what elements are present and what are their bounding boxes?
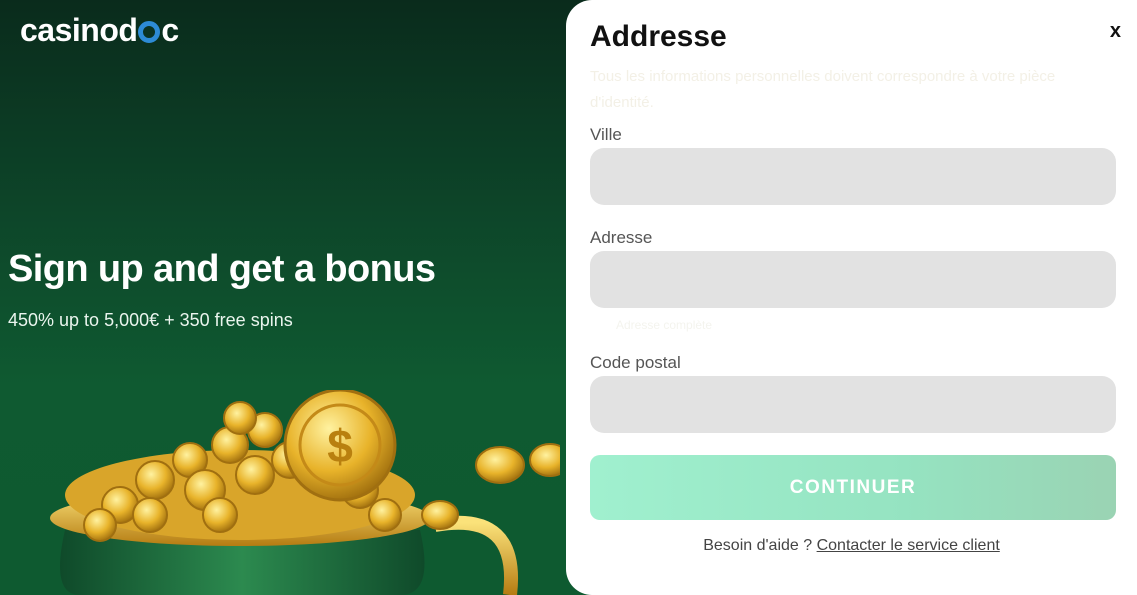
modal-title: Addresse	[590, 20, 727, 53]
casino-logo[interactable]: casinod c	[20, 12, 179, 49]
continue-button[interactable]: CONTINUER	[590, 455, 1116, 520]
address-label: Adresse	[590, 228, 653, 247]
faded-instruction-text: Tous les informations personnelles doive…	[590, 68, 1056, 111]
promo-panel: casinod c Sign up and get a bonus 450% up…	[0, 0, 640, 595]
svg-text:$: $	[327, 420, 353, 472]
close-icon[interactable]: x	[1110, 20, 1121, 43]
pot-of-gold-illustration: $	[50, 390, 560, 595]
contact-support-link[interactable]: Contacter le service client	[817, 537, 1000, 554]
logo-text-a: casinod	[20, 12, 138, 48]
faint-hint-text: Adresse complète	[616, 318, 713, 332]
promo-title: Sign up and get a bonus	[8, 248, 436, 290]
address-modal: Addresse x Tous les informations personn…	[566, 0, 1137, 595]
postal-code-label: Code postal	[590, 353, 681, 372]
address-input[interactable]	[590, 251, 1116, 308]
help-line: Besoin d'aide ? Contacter le service cli…	[566, 537, 1137, 555]
help-prefix: Besoin d'aide ?	[703, 537, 813, 554]
city-input[interactable]	[590, 148, 1116, 205]
promo-subtitle: 450% up to 5,000€ + 350 free spins	[8, 310, 293, 330]
city-label: Ville	[590, 125, 622, 144]
postal-code-input[interactable]	[590, 376, 1116, 433]
roulette-wheel-icon	[138, 20, 161, 43]
logo-text-b: c	[161, 12, 179, 48]
signup-screen: casinod c Sign up and get a bonus 450% up…	[0, 0, 1137, 595]
